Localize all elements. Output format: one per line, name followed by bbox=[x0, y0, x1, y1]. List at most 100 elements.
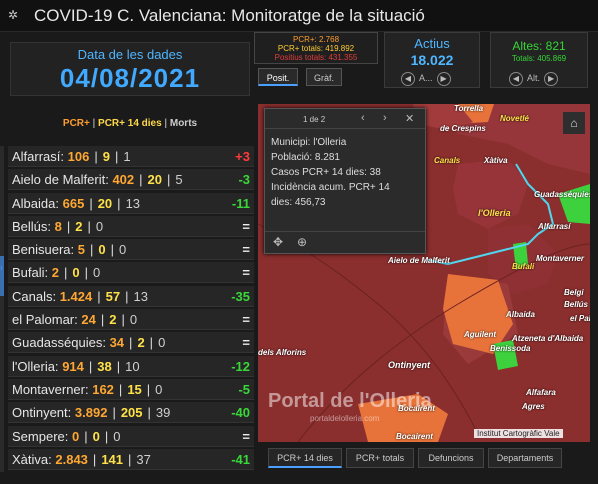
list-scrollbar[interactable] bbox=[0, 146, 4, 472]
popup-page: 1 de 2 bbox=[303, 115, 326, 124]
pcr14-value: 0 bbox=[72, 265, 80, 281]
map-label-alfafara: Alfafara bbox=[526, 388, 556, 397]
municipality-row[interactable]: Bufali: 2 | 0 | 0 = bbox=[8, 262, 254, 284]
home-icon[interactable]: ⌂ bbox=[563, 112, 585, 134]
chevron-right-icon[interactable]: › bbox=[383, 112, 387, 124]
pcr-value: 1.424 bbox=[59, 288, 93, 304]
municipality-name: Ontinyent: bbox=[12, 405, 72, 421]
delta-value: = bbox=[242, 218, 250, 234]
tab-pcr-totals[interactable]: PCR+ totals bbox=[346, 448, 414, 468]
map-label-alfarrasi: Alfarrasí bbox=[538, 222, 571, 231]
municipality-row[interactable]: Montaverner: 162 | 15 | 0 -5 bbox=[8, 378, 254, 400]
municipality-row[interactable]: Sempere: 0 | 0 | 0 = bbox=[8, 425, 254, 447]
separator: | bbox=[66, 218, 71, 234]
separator: | bbox=[92, 451, 97, 467]
separator: | bbox=[117, 195, 121, 211]
chevron-left-icon[interactable]: ◀ bbox=[401, 72, 415, 86]
municipality-name: Alfarrasí: bbox=[12, 149, 65, 164]
scrollbar-thumb[interactable] bbox=[0, 256, 4, 296]
municipality-row[interactable]: el Palomar: 24 | 2 | 0 = bbox=[8, 309, 254, 331]
chevron-right-icon[interactable]: ▶ bbox=[436, 72, 451, 86]
active-label: Actius bbox=[414, 36, 450, 51]
municipality-row[interactable]: l'Olleria: 914 | 38 | 10 -12 bbox=[8, 355, 254, 377]
municipality-text: Aielo de Malferit: 402 | 20 | 5 bbox=[12, 169, 183, 190]
municipality-text: Ontinyent: 3.892 | 205 | 39 bbox=[12, 402, 170, 423]
active-cases-panel: Actius 18.022 ◀ A... ▶ bbox=[384, 32, 480, 88]
municipality-text: Alfarrasí: 106 | 9 | 1 bbox=[12, 146, 131, 167]
deaths-value: 0 bbox=[155, 381, 163, 397]
deaths-value: 0 bbox=[113, 428, 121, 444]
discharges-total: Totals: 405.869 bbox=[511, 54, 567, 63]
collapse-arrow-icon[interactable]: › bbox=[0, 263, 6, 273]
municipality-text: Sempere: 0 | 0 | 0 bbox=[12, 426, 120, 447]
tab-defuncions[interactable]: Defuncions bbox=[418, 448, 484, 468]
delta-value: -11 bbox=[231, 195, 250, 211]
popup-population: Població: 8.281 bbox=[271, 152, 340, 163]
pcr-value: 665 bbox=[62, 195, 85, 211]
separator: | bbox=[129, 335, 133, 351]
municipality-row[interactable]: Ontinyent: 3.892 | 205 | 39 -40 bbox=[8, 402, 254, 424]
map-label-guadassequies: Guadasséquies bbox=[534, 190, 590, 199]
map-label-agres: Agres bbox=[522, 402, 545, 411]
map-label-crespins: de Crespins bbox=[440, 124, 486, 133]
discharges-label: Altes: 821 bbox=[512, 39, 566, 53]
municipality-name: Canals: bbox=[12, 288, 57, 304]
municipality-text: Canals: 1.424 | 57 | 13 bbox=[12, 286, 148, 307]
deaths-value: 39 bbox=[155, 405, 171, 421]
separator: | bbox=[90, 242, 94, 258]
municipality-row[interactable]: Canals: 1.424 | 57 | 13 -35 bbox=[8, 285, 254, 307]
separator: | bbox=[128, 451, 132, 467]
map-label-bufali: Bufali bbox=[512, 262, 535, 271]
deaths-value: 13 bbox=[133, 288, 148, 304]
positives-total: Positius totals: 431.355 bbox=[274, 53, 358, 62]
municipality-text: el Palomar: 24 | 2 | 0 bbox=[12, 309, 137, 330]
separator: | bbox=[97, 288, 101, 304]
map-label-palomar: el Palomar bbox=[570, 314, 590, 323]
date-label: Data de les dades bbox=[77, 47, 183, 62]
pcr-value: 5 bbox=[77, 242, 86, 258]
deaths-value: 13 bbox=[125, 195, 141, 211]
close-icon[interactable]: ✕ bbox=[405, 112, 414, 125]
delta-value: -41 bbox=[231, 451, 250, 467]
municipality-row[interactable]: Guadasséquies: 34 | 2 | 0 = bbox=[8, 332, 254, 354]
info-popup: 1 de 2 ‹ › ✕ Municipi: l'Olleria Poblaci… bbox=[264, 108, 426, 254]
chevron-right-icon[interactable]: ▶ bbox=[544, 72, 559, 86]
zoom-icon[interactable]: ⊕ bbox=[297, 235, 307, 249]
municipality-row[interactable]: Aielo de Malferit: 402 | 20 | 5 -3 bbox=[8, 169, 254, 191]
map-label-xativa: Xàtiva bbox=[484, 156, 508, 165]
discharges-nav[interactable]: ◀ Alt. ▶ bbox=[505, 71, 562, 86]
municipality-row[interactable]: Benisuera: 5 | 0 | 0 = bbox=[8, 239, 254, 261]
municipality-name: Guadasséquies: bbox=[12, 335, 106, 351]
tab-pcr14[interactable]: PCR+ 14 dies bbox=[268, 448, 342, 468]
chevron-left-icon[interactable]: ◀ bbox=[509, 72, 523, 86]
active-nav[interactable]: ◀ A... ▶ bbox=[397, 71, 455, 86]
pcr14-value: 0 bbox=[98, 242, 106, 258]
move-icon[interactable]: ✥ bbox=[273, 235, 283, 249]
separator: | bbox=[114, 149, 119, 164]
pcr-value: 914 bbox=[62, 358, 84, 374]
chevron-left-icon[interactable]: ‹ bbox=[361, 112, 365, 124]
app-header: ✲ COVID-19 C. Valenciana: Monitoratge de… bbox=[0, 0, 598, 32]
tab-departaments[interactable]: Departaments bbox=[488, 448, 562, 468]
pcr-value: 2 bbox=[51, 265, 59, 281]
separator: | bbox=[118, 381, 123, 397]
pcr-summary: PCR+: 2.768 PCR+ totals: 419.892 Positiu… bbox=[254, 32, 378, 64]
municipality-row[interactable]: Albaida: 665 | 20 | 13 -11 bbox=[8, 192, 254, 214]
separator: | bbox=[64, 265, 68, 281]
separator: | bbox=[121, 312, 125, 328]
tab-grafics[interactable]: Gràf. bbox=[306, 68, 342, 86]
discharges-panel: Altes: 821 Totals: 405.869 ◀ Alt. ▶ bbox=[490, 32, 588, 88]
separator: | bbox=[149, 335, 154, 351]
municipality-row[interactable]: Xàtiva: 2.843 | 141 | 37 -41 bbox=[8, 448, 254, 470]
deaths-value: 1 bbox=[123, 149, 131, 164]
popup-cases: Casos PCR+ 14 dies: 38 bbox=[271, 167, 381, 178]
municipality-row[interactable]: Bellús: 8 | 2 | 0 = bbox=[8, 215, 254, 237]
map-label-olleria: l'Olleria bbox=[478, 208, 511, 218]
delta-value: = bbox=[242, 428, 250, 444]
municipality-row[interactable]: Alfarrasí: 106 | 9 | 1 +3 bbox=[8, 146, 254, 167]
map-label-montaverner: Montaverner bbox=[536, 254, 585, 263]
municipality-name: Sempere: bbox=[12, 428, 69, 444]
map-label-torrella: Torrella bbox=[454, 104, 484, 113]
pcr-value: 162 bbox=[92, 381, 114, 397]
tab-positius[interactable]: Posit. bbox=[258, 68, 298, 86]
